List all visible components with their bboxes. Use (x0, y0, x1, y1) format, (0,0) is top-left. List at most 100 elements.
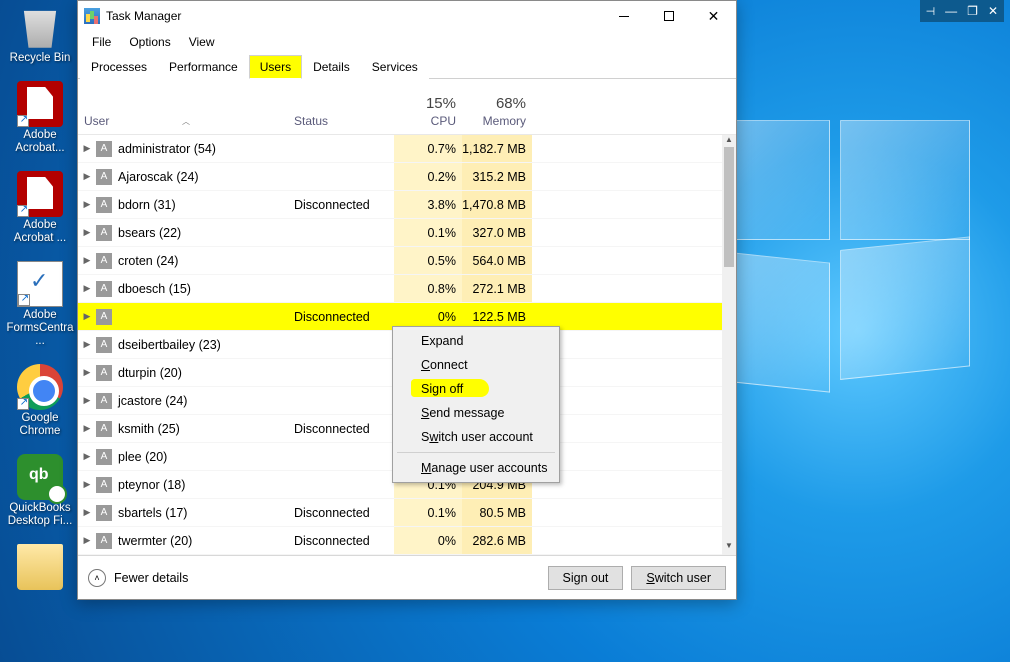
expand-chevron-icon[interactable]: ▶ (78, 283, 96, 294)
remote-minimize[interactable]: — (945, 4, 957, 18)
expand-chevron-icon[interactable]: ▶ (78, 423, 96, 434)
table-row[interactable]: ▶Abdorn (31)Disconnected3.8%1,470.8 MB (78, 191, 722, 219)
tab-details[interactable]: Details (302, 55, 361, 79)
user-avatar-icon: A (96, 365, 112, 381)
close-button[interactable]: ✕ (691, 1, 736, 31)
adobe-acrobat-icon-1[interactable]: Adobe Acrobat... (6, 81, 74, 155)
memory-cell: 282.6 MB (462, 527, 532, 554)
expand-chevron-icon[interactable]: ▶ (78, 367, 96, 378)
memory-cell: 327.0 MB (462, 219, 532, 246)
vertical-scrollbar[interactable]: ▲ ▼ (722, 135, 736, 555)
sign-out-button[interactable]: Sign out (548, 566, 624, 590)
memory-cell: 80.5 MB (462, 499, 532, 526)
column-headers: ︿ User Status 15% CPU 68% Memory (78, 79, 736, 135)
expand-chevron-icon[interactable]: ▶ (78, 395, 96, 406)
fewer-details-toggle[interactable]: ˄ Fewer details (88, 569, 188, 587)
column-cpu[interactable]: 15% CPU (394, 95, 462, 134)
user-name: dboesch (15) (118, 282, 294, 296)
user-status: Disconnected (294, 534, 394, 548)
context-menu-item[interactable]: Send message (395, 401, 557, 425)
user-name: dseibertbailey (23) (118, 338, 294, 352)
tab-services[interactable]: Services (361, 55, 429, 79)
user-avatar-icon: A (96, 337, 112, 353)
expand-chevron-icon[interactable]: ▶ (78, 199, 96, 210)
scroll-down-icon[interactable]: ▼ (722, 541, 736, 555)
remote-close[interactable]: ✕ (988, 4, 998, 18)
menu-file[interactable]: File (84, 33, 119, 51)
user-avatar-icon: A (96, 197, 112, 213)
context-menu-item[interactable]: Expand (395, 329, 557, 353)
expand-chevron-icon[interactable]: ▶ (78, 535, 96, 546)
user-name: bsears (22) (118, 226, 294, 240)
user-avatar-icon: A (96, 141, 112, 157)
tab-performance[interactable]: Performance (158, 55, 249, 79)
user-name: bdorn (31) (118, 198, 294, 212)
expand-chevron-icon[interactable]: ▶ (78, 143, 96, 154)
footer: ˄ Fewer details Sign out Switch user (78, 555, 736, 599)
remote-session-bar: ⊣ — ❐ ✕ (920, 0, 1004, 22)
adobe-acrobat-icon-2[interactable]: Adobe Acrobat ... (6, 171, 74, 245)
menu-bar: File Options View (78, 31, 736, 53)
cpu-cell: 0.1% (394, 219, 462, 246)
user-avatar-icon: A (96, 225, 112, 241)
tab-users[interactable]: Users (249, 55, 302, 79)
column-memory[interactable]: 68% Memory (462, 95, 532, 134)
chevron-up-icon: ˄ (88, 569, 106, 587)
expand-chevron-icon[interactable]: ▶ (78, 507, 96, 518)
user-avatar-icon: A (96, 253, 112, 269)
scrollbar-thumb[interactable] (724, 147, 734, 267)
user-name: dturpin (20) (118, 366, 294, 380)
table-row[interactable]: ▶Absears (22) 0.1%327.0 MB (78, 219, 722, 247)
google-chrome-icon[interactable]: Google Chrome (6, 364, 74, 438)
cpu-cell: 0.1% (394, 499, 462, 526)
task-manager-window: Task Manager ✕ File Options View Process… (77, 0, 737, 600)
user-avatar-icon: A (96, 505, 112, 521)
table-row[interactable]: ▶Acroten (24)0.5%564.0 MB (78, 247, 722, 275)
menu-view[interactable]: View (181, 33, 223, 51)
column-status[interactable]: Status (294, 114, 394, 134)
column-user[interactable]: ︿ User (78, 114, 294, 134)
context-menu-item[interactable]: Manage user accounts (395, 456, 557, 480)
user-avatar-icon: A (96, 281, 112, 297)
user-name: administrator (54) (118, 142, 294, 156)
quickbooks-icon[interactable]: QuickBooks Desktop Fi... (6, 454, 74, 528)
tab-processes[interactable]: Processes (80, 55, 158, 79)
table-row[interactable]: ▶Atwermter (20)Disconnected0%282.6 MB (78, 527, 722, 555)
user-avatar-icon: A (96, 393, 112, 409)
expand-chevron-icon[interactable]: ▶ (78, 479, 96, 490)
menu-options[interactable]: Options (121, 33, 178, 51)
user-status: Disconnected (294, 198, 394, 212)
expand-chevron-icon[interactable]: ▶ (78, 311, 96, 322)
pin-icon[interactable]: ⊣ (926, 5, 936, 18)
context-menu-item[interactable]: Connect (395, 353, 557, 377)
table-row[interactable]: ▶Adboesch (15)0.8%272.1 MB (78, 275, 722, 303)
user-name: twermter (20) (118, 534, 294, 548)
cpu-cell: 0.2% (394, 163, 462, 190)
minimize-button[interactable] (601, 1, 646, 31)
recycle-bin-icon[interactable]: Recycle Bin (6, 4, 74, 65)
expand-chevron-icon[interactable]: ▶ (78, 227, 96, 238)
table-row[interactable]: ▶Aadministrator (54)0.7%1,182.7 MB (78, 135, 722, 163)
task-manager-icon (84, 8, 100, 24)
adobe-formscentral-icon[interactable]: Adobe FormsCentra... (6, 261, 74, 348)
folder-icon-1[interactable] (6, 544, 74, 590)
titlebar[interactable]: Task Manager ✕ (78, 1, 736, 31)
user-name: jcastore (24) (118, 394, 294, 408)
expand-chevron-icon[interactable]: ▶ (78, 451, 96, 462)
cpu-cell: 0.5% (394, 247, 462, 274)
memory-cell: 315.2 MB (462, 163, 532, 190)
maximize-button[interactable] (646, 1, 691, 31)
table-row[interactable]: ▶AAjaroscak (24)0.2%315.2 MB (78, 163, 722, 191)
expand-chevron-icon[interactable]: ▶ (78, 255, 96, 266)
switch-user-button[interactable]: Switch user (631, 566, 726, 590)
expand-chevron-icon[interactable]: ▶ (78, 171, 96, 182)
expand-chevron-icon[interactable]: ▶ (78, 339, 96, 350)
context-menu-item[interactable]: Sign off (395, 377, 557, 401)
cpu-cell: 0.8% (394, 275, 462, 302)
context-menu-item[interactable]: Switch user account (395, 425, 557, 449)
memory-cell: 564.0 MB (462, 247, 532, 274)
remote-restore[interactable]: ❐ (967, 4, 978, 18)
table-row[interactable]: ▶Asbartels (17)Disconnected0.1%80.5 MB (78, 499, 722, 527)
desktop-icons: Recycle Bin Adobe Acrobat... Adobe Acrob… (6, 4, 74, 606)
menu-separator (397, 452, 555, 453)
